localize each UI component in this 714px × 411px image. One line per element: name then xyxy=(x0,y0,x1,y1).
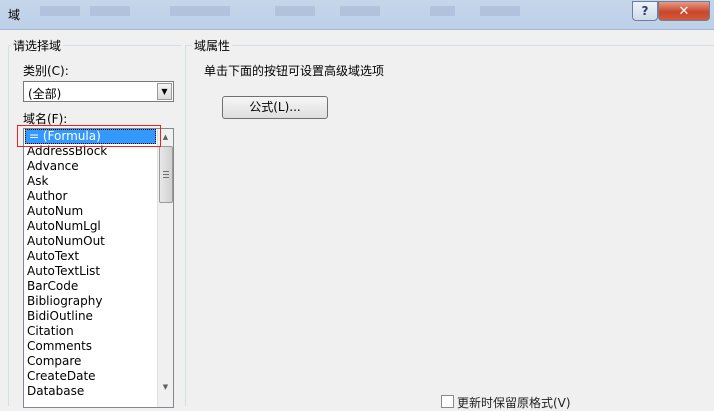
list-item[interactable]: BidiOutline xyxy=(24,309,156,324)
list-item[interactable]: AddressBlock xyxy=(24,144,156,159)
select-field-group-title: 请选择域 xyxy=(11,37,64,54)
help-button[interactable]: ? xyxy=(632,1,658,21)
grip-line xyxy=(163,177,169,178)
list-item-selected[interactable]: = (Formula) xyxy=(25,129,156,144)
window-title: 域 xyxy=(8,8,21,22)
background-ribbon-fragment xyxy=(430,6,455,16)
list-item[interactable]: Bibliography xyxy=(24,294,156,309)
background-ribbon-fragment xyxy=(480,6,520,16)
scroll-down-button[interactable]: ▼ xyxy=(158,379,173,395)
field-names-listbox[interactable]: = (Formula) AddressBlock Advance Ask Author A… xyxy=(23,128,174,408)
arrow-up-icon: ▲ xyxy=(162,133,169,141)
background-ribbon-fragment xyxy=(275,6,315,16)
list-item[interactable]: CreateDate xyxy=(24,369,156,384)
advanced-options-hint: 单击下面的按钮可设置高级域选项 xyxy=(204,64,385,78)
close-icon: ✕ xyxy=(678,3,690,19)
background-ribbon-fragment xyxy=(40,6,80,16)
title-bar: 域 ? ✕ xyxy=(0,0,714,30)
help-icon: ? xyxy=(641,4,649,18)
field-properties-group-title: 域属性 xyxy=(192,37,233,54)
list-item[interactable]: BarCode xyxy=(24,279,156,294)
list-item[interactable]: Citation xyxy=(24,324,156,339)
listbox-scrollbar[interactable]: ▲ ▼ xyxy=(157,129,173,407)
close-button[interactable]: ✕ xyxy=(658,1,710,21)
preserve-format-label: 更新时保留原格式(V) xyxy=(457,396,571,410)
preserve-format-checkbox[interactable] xyxy=(441,395,454,408)
list-item[interactable]: Comments xyxy=(24,339,156,354)
grip-line xyxy=(163,174,169,175)
list-item[interactable]: Database xyxy=(24,384,156,399)
category-dropdown[interactable]: (全部) ▼ xyxy=(23,81,174,102)
list-item[interactable]: AutoTextList xyxy=(24,264,156,279)
background-ribbon-fragment xyxy=(90,6,130,16)
field-names-list: = (Formula) AddressBlock Advance Ask Author A… xyxy=(24,129,156,399)
scroll-up-button[interactable]: ▲ xyxy=(158,129,173,145)
list-item[interactable]: AutoNumLgl xyxy=(24,219,156,234)
list-item[interactable]: Author xyxy=(24,189,156,204)
arrow-down-icon: ▼ xyxy=(162,383,169,391)
list-item[interactable]: Advance xyxy=(24,159,156,174)
chevron-down-icon: ▼ xyxy=(161,87,168,96)
category-value: (全部) xyxy=(28,87,62,101)
field-names-label: 域名(F): xyxy=(23,112,68,126)
list-item[interactable]: Compare xyxy=(24,354,156,369)
list-item[interactable]: AutoText xyxy=(24,249,156,264)
list-item[interactable]: AutoNum xyxy=(24,204,156,219)
background-ribbon-fragment xyxy=(340,6,380,16)
formula-button[interactable]: 公式(L)... xyxy=(222,96,328,119)
list-item[interactable]: AutoNumOut xyxy=(24,234,156,249)
grip-line xyxy=(163,171,169,172)
dropdown-arrow-button[interactable]: ▼ xyxy=(157,83,172,100)
background-ribbon-fragment xyxy=(170,6,230,16)
list-item[interactable]: Ask xyxy=(24,174,156,189)
category-label: 类别(C): xyxy=(23,64,69,78)
scroll-thumb[interactable] xyxy=(159,146,173,203)
